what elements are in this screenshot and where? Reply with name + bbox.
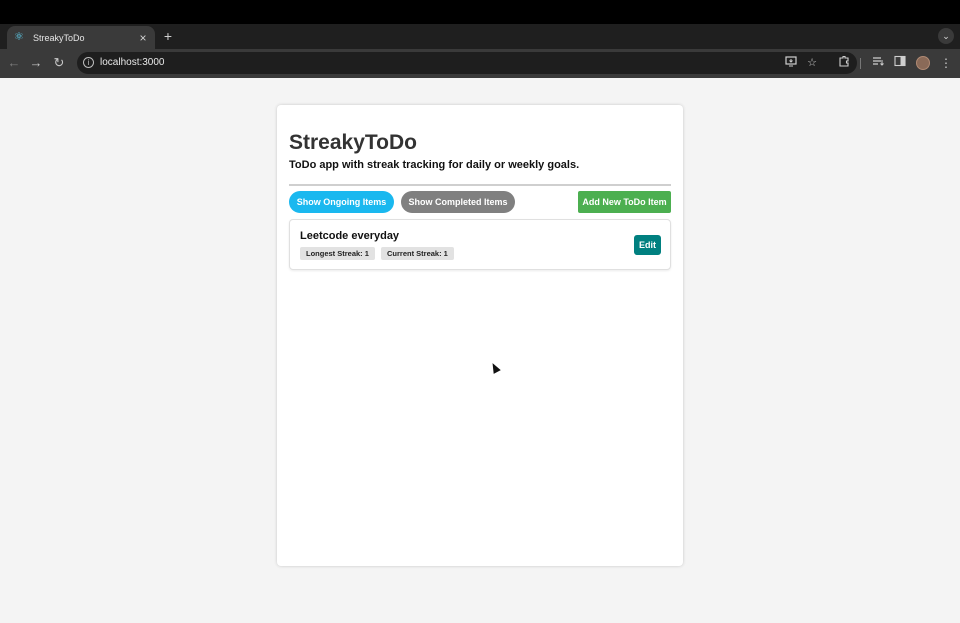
reload-button[interactable]: ↻ xyxy=(51,55,67,71)
forward-button[interactable]: → xyxy=(28,55,44,71)
edit-button[interactable]: Edit xyxy=(634,235,661,255)
page-viewport: StreakyToDo ToDo app with streak trackin… xyxy=(0,78,960,623)
show-ongoing-button[interactable]: Show Ongoing Items xyxy=(289,191,394,213)
profile-avatar-icon[interactable] xyxy=(916,56,930,70)
side-panel-icon[interactable] xyxy=(892,55,908,71)
tab-search-icon[interactable]: ⌄ xyxy=(938,28,954,44)
site-info-icon[interactable]: i xyxy=(83,57,94,68)
app-card: StreakyToDo ToDo app with streak trackin… xyxy=(277,105,683,566)
url-text[interactable]: localhost:3000 xyxy=(100,57,165,68)
current-streak-badge: Current Streak: 1 xyxy=(381,247,454,260)
react-logo-icon: ⚛ xyxy=(14,31,24,43)
todo-title: Leetcode everyday xyxy=(300,230,400,242)
extensions-icon[interactable] xyxy=(836,55,852,71)
back-button[interactable]: ← xyxy=(6,55,22,71)
todo-item: Leetcode everyday Longest Streak: 1 Curr… xyxy=(289,219,671,270)
browser-toolbar: ← → ↻ i localhost:3000 ☆ ⋮ xyxy=(0,49,960,78)
browser-tab-bar: ⚛ StreakyToDo × + ⌄ xyxy=(0,24,960,49)
install-app-icon[interactable] xyxy=(783,55,799,71)
show-completed-button[interactable]: Show Completed Items xyxy=(401,191,515,213)
address-bar[interactable]: i localhost:3000 ☆ xyxy=(77,52,857,74)
header-divider xyxy=(289,184,671,186)
new-tab-button[interactable]: + xyxy=(161,28,175,44)
reading-list-icon[interactable] xyxy=(870,55,886,71)
longest-streak-badge: Longest Streak: 1 xyxy=(300,247,375,260)
browser-tab[interactable]: ⚛ StreakyToDo × xyxy=(7,26,155,49)
screen-top-bar xyxy=(0,0,960,24)
page-subtitle: ToDo app with streak tracking for daily … xyxy=(289,159,580,171)
bookmark-star-icon[interactable]: ☆ xyxy=(804,55,820,71)
tab-close-icon[interactable]: × xyxy=(137,32,149,44)
page-title: StreakyToDo xyxy=(289,131,417,154)
toolbar-divider xyxy=(860,58,861,69)
menu-icon[interactable]: ⋮ xyxy=(940,55,952,71)
add-todo-button[interactable]: Add New ToDo Item xyxy=(578,191,671,213)
tab-title: StreakyToDo xyxy=(33,32,85,43)
